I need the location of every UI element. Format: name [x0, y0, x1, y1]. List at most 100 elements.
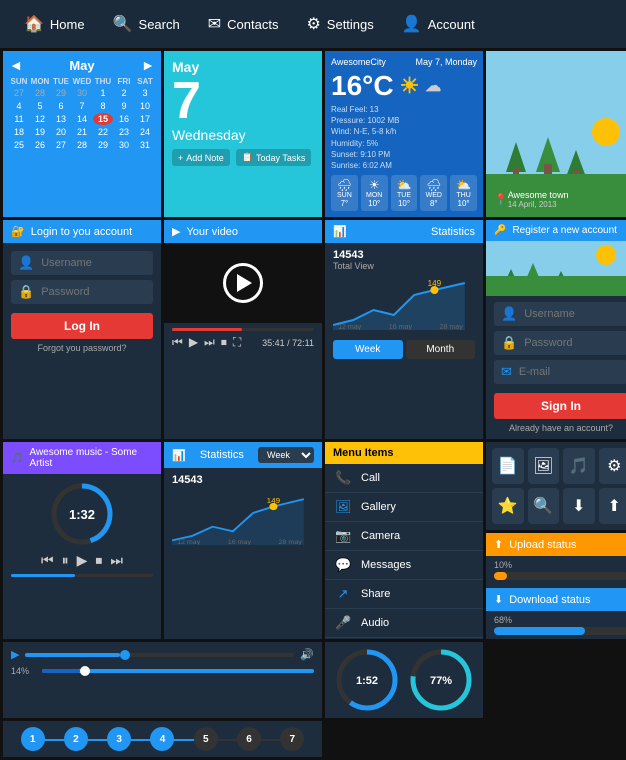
cal-day[interactable]: 7 — [72, 100, 92, 112]
icon-cell-7[interactable]: ⬆ — [599, 488, 626, 524]
cal-day[interactable]: 29 — [51, 87, 71, 99]
cloud-icon: ☁ — [425, 76, 441, 96]
cal-day[interactable]: 9 — [114, 100, 134, 112]
cal-day[interactable]: 29 — [93, 139, 113, 151]
menu-item-icon: 🎤 — [335, 615, 351, 631]
step-item[interactable]: 4 — [141, 727, 184, 751]
icon-cell-0[interactable]: 📄 — [492, 448, 524, 484]
playback-thumb[interactable] — [120, 650, 130, 660]
sign-in-button[interactable]: Sign In — [494, 393, 626, 419]
cal-day[interactable]: 22 — [93, 126, 113, 138]
step-item[interactable]: 6 — [227, 727, 270, 751]
icon-cell-4[interactable]: ⭐ — [492, 488, 524, 524]
cal-day[interactable]: 1 — [93, 87, 113, 99]
menu-item[interactable]: 💬 Messages — [325, 551, 483, 580]
cal-day[interactable]: 2 — [114, 87, 134, 99]
menu-item[interactable]: 🖼 Gallery — [325, 493, 483, 522]
cal-day[interactable]: 16 — [114, 113, 134, 125]
music-play-icon[interactable]: ▶ — [77, 552, 88, 569]
video-forward-icon[interactable]: ⏭ — [204, 335, 215, 350]
cal-next[interactable]: ► — [141, 57, 155, 73]
cal-day[interactable]: 31 — [135, 139, 155, 151]
video-stop-icon[interactable]: ⏹ — [221, 335, 227, 350]
icon-cell-1[interactable]: 🖼 — [528, 448, 560, 484]
nav-search[interactable]: 🔍 Search — [99, 0, 194, 48]
cal-day[interactable]: 24 — [135, 126, 155, 138]
week-dropdown[interactable]: WeekMonth — [258, 447, 314, 463]
cal-day[interactable]: 18 — [9, 126, 29, 138]
cal-day[interactable]: 12 — [30, 113, 50, 125]
menu-widget: Menu Items 📞 Call 🖼 Gallery 📷 Camera 💬 M… — [325, 442, 483, 639]
step-item[interactable]: 3 — [98, 727, 141, 751]
percent-track[interactable] — [42, 669, 314, 673]
cal-day[interactable]: 28 — [30, 87, 50, 99]
password-field[interactable]: 🔒 — [11, 280, 153, 304]
icon-cell-2[interactable]: 🎵 — [563, 448, 595, 484]
reg-email-field[interactable]: ✉ — [494, 360, 626, 384]
music-prev-icon[interactable]: ⏮ — [41, 552, 54, 569]
icon-cell-6[interactable]: ⬇ — [563, 488, 595, 524]
music-stop-icon[interactable]: ⏹ — [95, 552, 102, 569]
nav-account[interactable]: 👤 Account — [388, 0, 489, 48]
add-note-button[interactable]: +Add Note — [172, 149, 230, 166]
cal-day[interactable]: 10 — [135, 100, 155, 112]
cal-prev[interactable]: ◄ — [9, 57, 23, 73]
forgot-password-link[interactable]: Forgot you password? — [11, 343, 153, 353]
video-fullscreen-icon[interactable]: ⛶ — [233, 335, 241, 350]
cal-day[interactable]: 8 — [93, 100, 113, 112]
reg-username-field[interactable]: 👤 — [494, 302, 626, 326]
nav-contacts[interactable]: ✉ Contacts — [194, 0, 293, 48]
password-input[interactable] — [41, 286, 146, 298]
play-button[interactable] — [223, 263, 263, 303]
step-item[interactable]: 2 — [54, 727, 97, 751]
cal-day[interactable]: 6 — [51, 100, 71, 112]
username-field[interactable]: 👤 — [11, 251, 153, 275]
menu-item[interactable]: 📞 Call — [325, 464, 483, 493]
reg-username-input[interactable] — [524, 308, 621, 320]
icon-cell-3[interactable]: ⚙ — [599, 448, 626, 484]
login-button[interactable]: Log In — [11, 313, 153, 339]
reg-email-input[interactable] — [519, 366, 621, 378]
icon-cell-5[interactable]: 🔍 — [528, 488, 560, 524]
menu-item[interactable]: ↗ Share — [325, 580, 483, 609]
video-rewind-icon[interactable]: ⏮ — [172, 335, 183, 350]
cal-day[interactable]: 11 — [9, 113, 29, 125]
music-pause-icon[interactable]: ⏸ — [62, 552, 69, 569]
tab-week[interactable]: Week — [333, 340, 403, 359]
step-item[interactable]: 7 — [271, 727, 314, 751]
cal-day[interactable]: 3 — [135, 87, 155, 99]
cal-day[interactable]: 19 — [30, 126, 50, 138]
cal-day[interactable]: 28 — [72, 139, 92, 151]
cal-day[interactable]: 20 — [51, 126, 71, 138]
cal-day[interactable]: 30 — [72, 87, 92, 99]
cal-day[interactable]: 14 — [72, 113, 92, 125]
cal-day[interactable]: 25 — [9, 139, 29, 151]
cal-day[interactable]: 4 — [9, 100, 29, 112]
tab-month[interactable]: Month — [406, 340, 476, 359]
playback-track[interactable] — [25, 653, 294, 657]
today-tasks-button[interactable]: 📋Today Tasks — [236, 149, 312, 166]
cal-day[interactable]: 17 — [135, 113, 155, 125]
nav-settings[interactable]: ⚙ Settings — [292, 0, 387, 48]
already-account-link[interactable]: Already have an account? — [494, 423, 626, 433]
cal-day[interactable]: 30 — [114, 139, 134, 151]
cal-day[interactable]: 13 — [51, 113, 71, 125]
username-input[interactable] — [41, 257, 146, 269]
nav-home[interactable]: 🏠 Home — [10, 0, 99, 48]
cal-day[interactable]: 21 — [72, 126, 92, 138]
percent-thumb[interactable] — [80, 666, 90, 676]
music-next-icon[interactable]: ⏭ — [110, 552, 123, 569]
menu-item[interactable]: 🎤 Audio — [325, 609, 483, 638]
cal-day[interactable]: 27 — [9, 87, 29, 99]
cal-day[interactable]: 5 — [30, 100, 50, 112]
step-item[interactable]: 5 — [184, 727, 227, 751]
cal-day[interactable]: 26 — [30, 139, 50, 151]
cal-day[interactable]: 23 — [114, 126, 134, 138]
reg-password-field[interactable]: 🔒 — [494, 331, 626, 355]
reg-password-input[interactable] — [524, 337, 621, 349]
menu-item[interactable]: 📷 Camera — [325, 522, 483, 551]
step-item[interactable]: 1 — [11, 727, 54, 751]
cal-day[interactable]: 15 — [93, 113, 113, 125]
cal-day[interactable]: 27 — [51, 139, 71, 151]
video-play-icon[interactable]: ▶ — [189, 335, 198, 350]
